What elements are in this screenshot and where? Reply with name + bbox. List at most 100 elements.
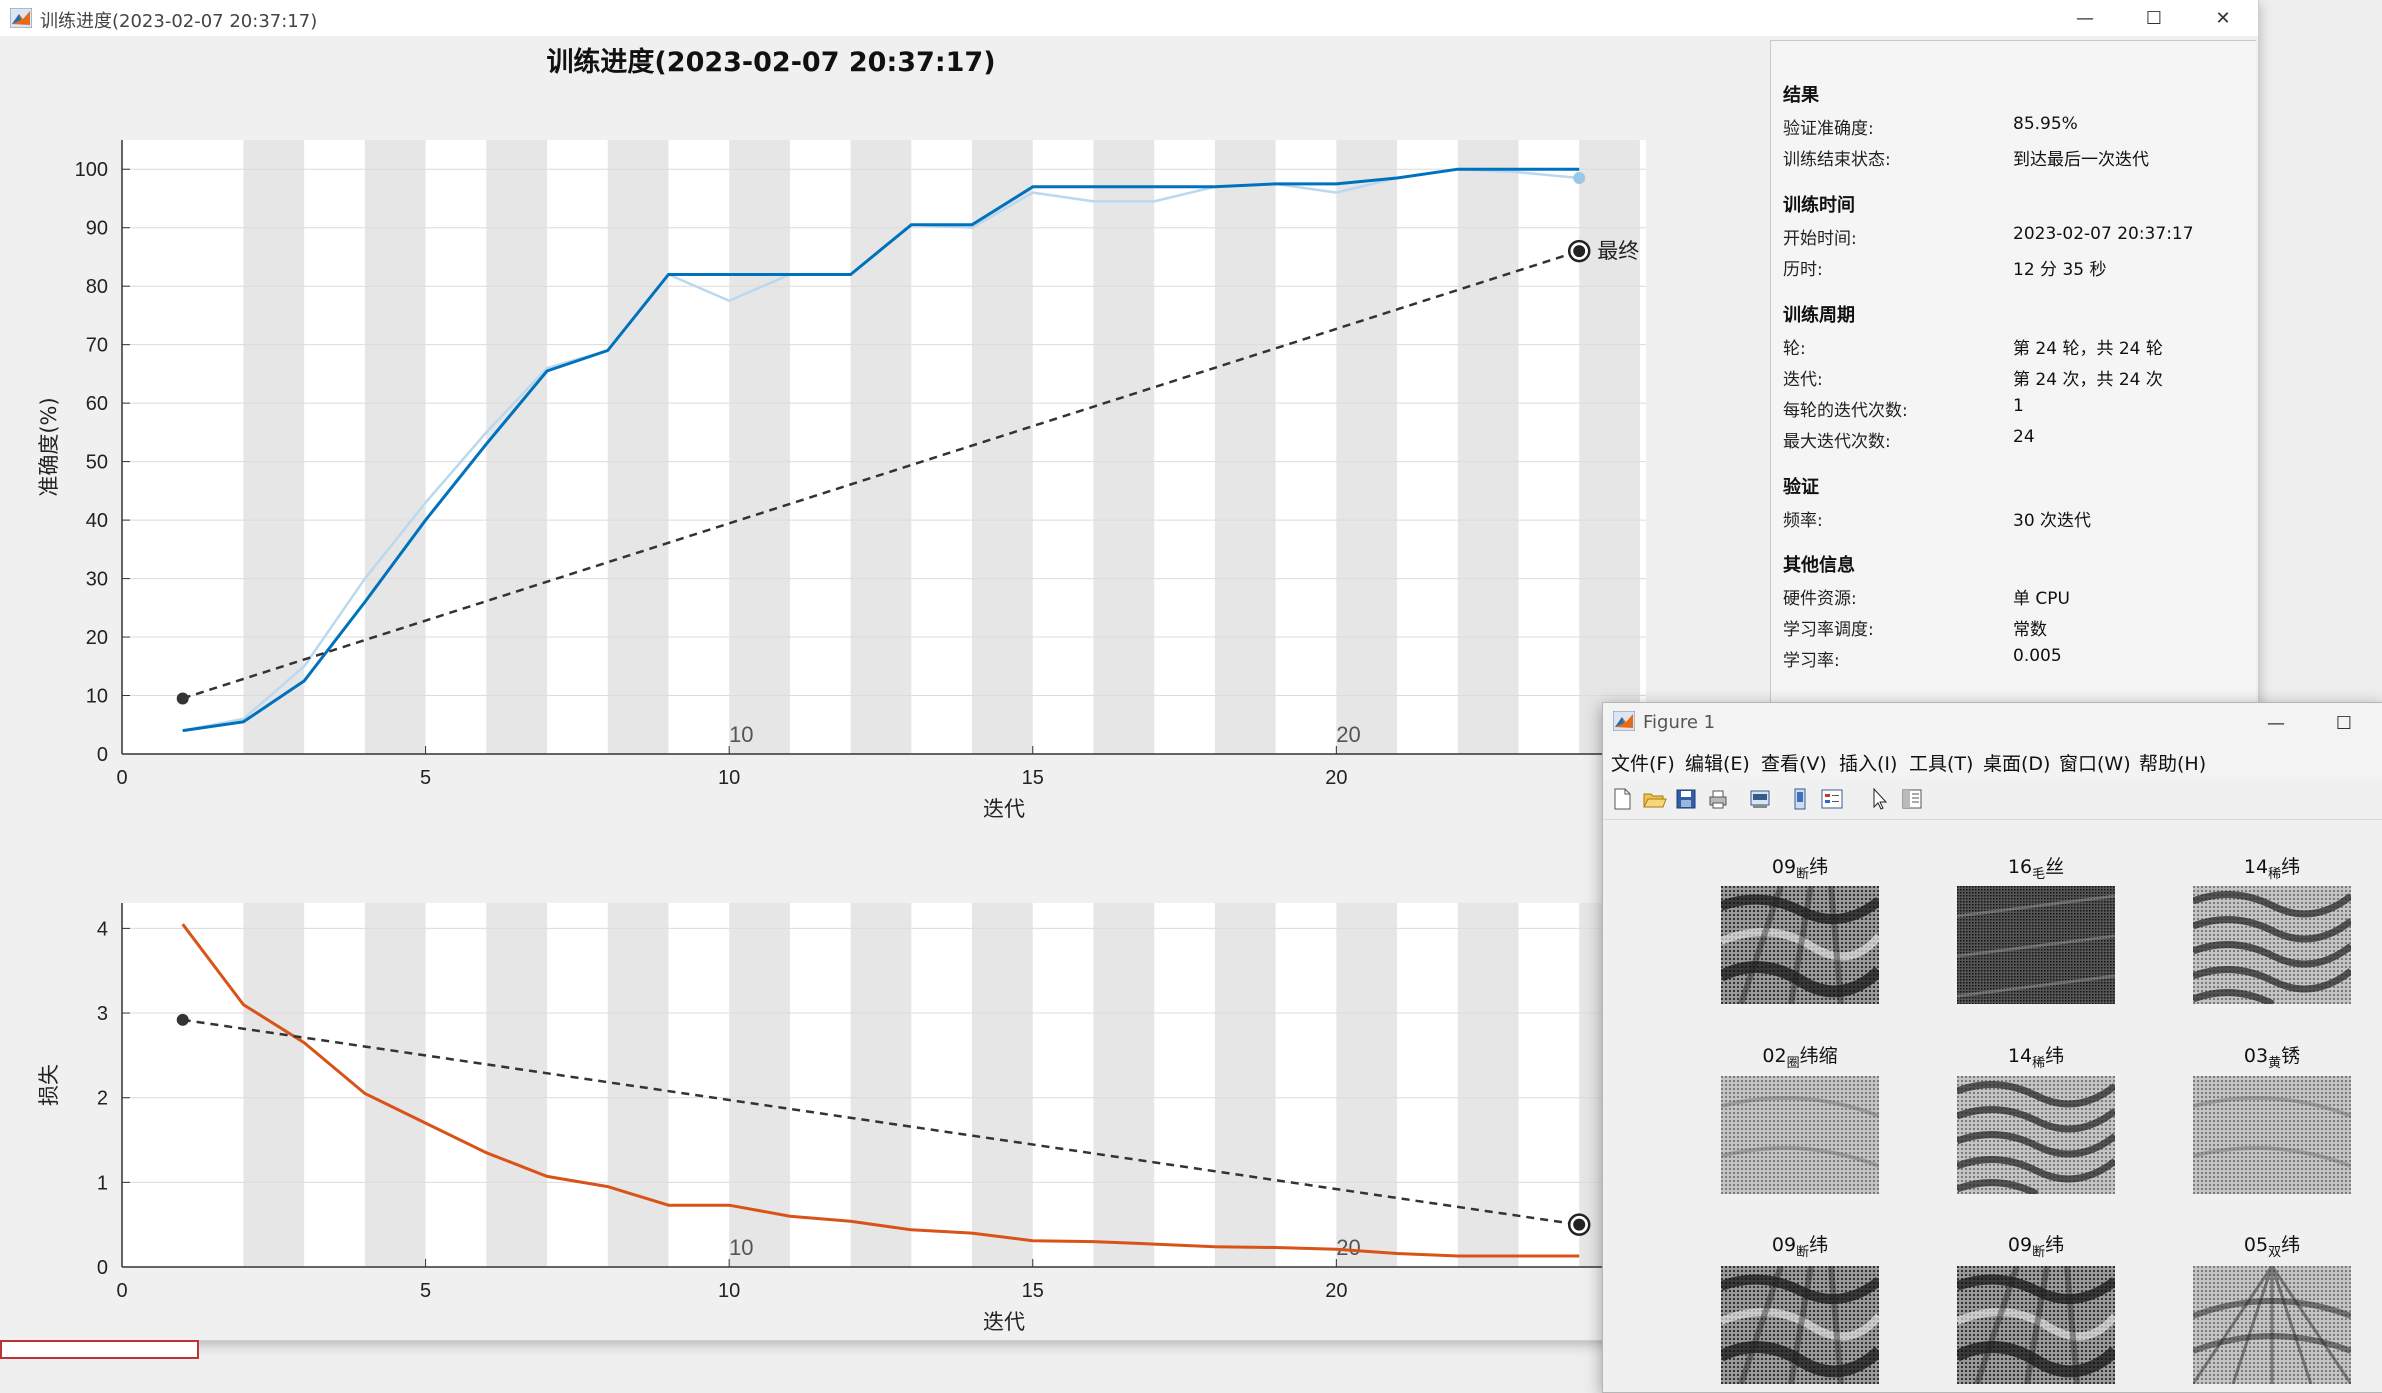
result-key: 训练结束状态: [1783, 150, 1891, 170]
result-key: 验证准确度: [1783, 119, 1874, 139]
epoch-stripe [1214, 903, 1276, 1267]
epoch-stripe [850, 903, 912, 1267]
hardware-value: 单 CPU [2013, 589, 2070, 609]
menu-desktop[interactable]: 桌面(D) [1983, 749, 2050, 776]
epoch-value: 第 24 轮，共 24 轮 [2013, 339, 2163, 359]
result-key: 迭代: [1783, 370, 1823, 390]
result-key: 硬件资源: [1783, 589, 1857, 609]
result-key: 开始时间: [1783, 229, 1857, 249]
y-tick-label: 3 [97, 1003, 108, 1025]
y-tick-label: 2 [97, 1088, 108, 1110]
epoch-stripe [1214, 140, 1276, 754]
fabric-image-bands [1721, 886, 1879, 1004]
final-point-dot [1573, 245, 1586, 258]
y-tick-label: 60 [86, 393, 108, 415]
menu-file[interactable]: 文件(F) [1611, 749, 1675, 776]
lr-schedule-value: 常数 [2013, 620, 2047, 640]
thumb-title: 02圈纬缩 [1762, 1045, 1838, 1071]
y-tick-label: 4 [97, 918, 108, 940]
insert-legend-icon[interactable] [1819, 786, 1845, 812]
fabric-image-light [1721, 1076, 1879, 1194]
epoch-stripe [1336, 140, 1398, 754]
y-tick-label: 40 [86, 510, 108, 532]
training-cycle-heading: 训练周期 [1783, 305, 1855, 326]
validation-accuracy-value: 85.95% [2013, 114, 2078, 134]
print-preview-icon[interactable] [1747, 786, 1773, 812]
open-folder-icon[interactable] [1641, 786, 1667, 812]
result-key: 历时: [1783, 260, 1823, 280]
y-axis-title: 准确度(%) [37, 397, 61, 496]
menu-help[interactable]: 帮助(H) [2139, 749, 2206, 776]
thumb-title: 16毛丝 [2007, 856, 2065, 882]
matlab-logo-icon [10, 8, 32, 28]
epoch-stripe [1336, 903, 1398, 1267]
epoch-stripe [364, 140, 426, 754]
thumb-title: 14稀纬 [2007, 1045, 2065, 1071]
menu-view[interactable]: 查看(V) [1761, 749, 1827, 776]
y-tick-label: 10 [86, 686, 108, 708]
last-value-marker [1573, 172, 1586, 185]
x-tick-label: 5 [420, 1280, 431, 1302]
fabric-image-fan [2193, 1266, 2351, 1384]
pointer-icon[interactable] [1867, 786, 1893, 812]
minimize-button[interactable]: — [2052, 0, 2118, 36]
y-tick-label: 100 [75, 159, 108, 181]
save-icon[interactable] [1673, 786, 1699, 812]
result-key: 频率: [1783, 511, 1823, 531]
thumb-title: 09断纬 [1771, 1234, 1829, 1260]
result-key: 每轮的迭代次数: [1783, 401, 1908, 421]
epoch-label: 20 [1336, 1235, 1360, 1260]
figure-minimize-button[interactable]: — [2243, 703, 2309, 743]
x-axis-title: 迭代 [983, 797, 1025, 821]
menu-window[interactable]: 窗口(W) [2059, 749, 2131, 776]
print-icon[interactable] [1705, 786, 1731, 812]
fabric-image-waves [1957, 1076, 2115, 1194]
y-tick-label: 80 [86, 276, 108, 298]
result-key: 轮: [1783, 339, 1806, 359]
results-heading: 结果 [1783, 85, 1819, 106]
fabric-image-bands [1957, 1266, 2115, 1384]
figure-maximize-button[interactable]: ☐ [2311, 703, 2377, 743]
result-key: 最大迭代次数: [1783, 432, 1891, 452]
menu-edit[interactable]: 编辑(E) [1685, 749, 1750, 776]
epoch-label: 10 [729, 1235, 753, 1260]
x-tick-label: 15 [1022, 1280, 1044, 1302]
epoch-stripe [243, 903, 305, 1267]
figure-1-window[interactable]: Figure 1 — ☐ 文件(F) 编辑(E) 查看(V) 插入(I) 工具(… [1602, 702, 2382, 1393]
y-tick-label: 70 [86, 335, 108, 357]
thumb-title: 03黄锈 [2243, 1045, 2301, 1071]
thumb-title: 09断纬 [1771, 856, 1829, 882]
maximize-button[interactable]: ☐ [2121, 0, 2187, 36]
y-axis-title: 损失 [37, 1064, 61, 1106]
thumb-title: 09断纬 [2007, 1234, 2065, 1260]
x-tick-label: 20 [1325, 1280, 1347, 1302]
start-point [176, 692, 189, 705]
final-point-label: 最终 [1597, 239, 1639, 263]
figure-titlebar[interactable]: Figure 1 — ☐ [1603, 703, 2382, 743]
link-plot-icon[interactable] [1787, 786, 1813, 812]
property-inspector-icon[interactable] [1899, 786, 1925, 812]
new-file-icon[interactable] [1609, 786, 1635, 812]
taskbar-item[interactable] [0, 1340, 199, 1359]
start-time-value: 2023-02-07 20:37:17 [2013, 224, 2194, 244]
figure-canvas: 09断纬 16毛丝 14稀纬 02圈纬缩 14稀纬 03黄锈 09断纬 09断纬… [1603, 820, 2382, 1392]
epoch-stripe [1093, 903, 1155, 1267]
close-button[interactable]: ✕ [2190, 0, 2256, 36]
menu-insert[interactable]: 插入(I) [1839, 749, 1897, 776]
figure-menubar: 文件(F) 编辑(E) 查看(V) 插入(I) 工具(T) 桌面(D) 窗口(W… [1603, 743, 2382, 779]
fabric-image-waves [2193, 886, 2351, 1004]
epoch-label: 10 [729, 722, 753, 747]
y-tick-label: 0 [97, 1257, 108, 1279]
y-tick-label: 90 [86, 218, 108, 240]
y-tick-label: 50 [86, 452, 108, 474]
figure-toolbar [1603, 779, 2382, 820]
validation-heading: 验证 [1783, 477, 1819, 498]
x-tick-label: 15 [1022, 767, 1044, 789]
thumb-title: 05双纬 [2243, 1234, 2301, 1260]
main-titlebar[interactable]: 训练进度(2023-02-07 20:37:17) — ☐ ✕ [0, 0, 2258, 36]
fabric-image-light [2193, 1076, 2351, 1194]
window-title: 训练进度(2023-02-07 20:37:17) [40, 11, 318, 32]
menu-tools[interactable]: 工具(T) [1909, 749, 1973, 776]
training-status-value: 到达最后一次迭代 [2013, 150, 2149, 170]
epoch-stripe [729, 140, 790, 754]
